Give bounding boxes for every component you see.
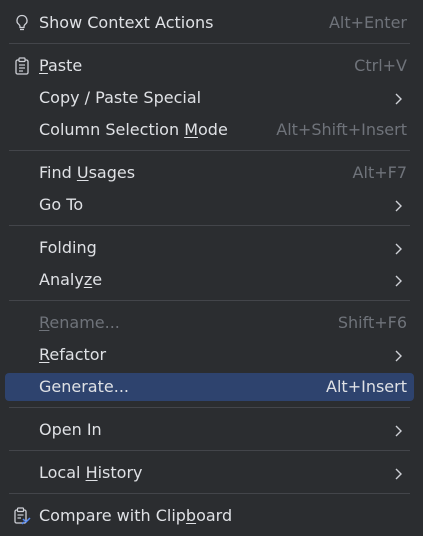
menu-item-label: Rename... xyxy=(39,313,120,332)
menu-item-shortcut: Alt+Enter xyxy=(328,13,407,32)
menu-item-label: Show Context Actions xyxy=(39,13,214,32)
menu-item-local-history[interactable]: Local History xyxy=(5,459,414,487)
separator xyxy=(9,407,410,408)
menu-item-folding[interactable]: Folding xyxy=(5,234,414,262)
separator xyxy=(9,450,410,451)
menu-item-find-usages[interactable]: Find Usages Alt+F7 xyxy=(5,159,414,187)
menu-item-copy-paste-special[interactable]: Copy / Paste Special xyxy=(5,84,414,112)
menu-item-label: Go To xyxy=(39,195,84,214)
menu-item-open-in[interactable]: Open In xyxy=(5,416,414,444)
separator xyxy=(9,150,410,151)
menu-item-label: Generate... xyxy=(39,377,129,396)
context-menu: Show Context Actions Alt+Enter Paste Ctr… xyxy=(0,0,423,536)
lightbulb-icon xyxy=(13,13,31,33)
menu-item-label: Refactor xyxy=(39,345,107,364)
menu-item-label: Local History xyxy=(39,463,143,482)
separator xyxy=(9,493,410,494)
menu-item-shortcut: Alt+Insert xyxy=(326,377,407,396)
chevron-right-icon xyxy=(393,466,405,480)
separator xyxy=(9,300,410,301)
menu-item-label: Paste xyxy=(39,56,83,75)
menu-item-refactor[interactable]: Refactor xyxy=(5,341,414,369)
menu-item-rename: Rename... Shift+F6 xyxy=(5,309,414,337)
menu-item-show-context-actions[interactable]: Show Context Actions Alt+Enter xyxy=(5,9,414,37)
menu-item-column-selection-mode[interactable]: Column Selection Mode Alt+Shift+Insert xyxy=(5,116,414,144)
menu-item-analyze[interactable]: Analyze xyxy=(5,266,414,294)
separator xyxy=(9,43,410,44)
menu-item-label: Find Usages xyxy=(39,163,136,182)
menu-item-label: Copy / Paste Special xyxy=(39,88,202,107)
menu-item-shortcut: Ctrl+V xyxy=(354,56,407,75)
menu-item-compare-with-clipboard[interactable]: Compare with Clipboard xyxy=(5,502,414,530)
menu-item-label: Open In xyxy=(39,420,102,439)
menu-item-shortcut: Shift+F6 xyxy=(337,313,407,332)
menu-item-generate[interactable]: Generate... Alt+Insert xyxy=(5,373,414,401)
chevron-right-icon xyxy=(393,198,405,212)
chevron-right-icon xyxy=(393,91,405,105)
menu-item-shortcut: Alt+Shift+Insert xyxy=(276,120,407,139)
chevron-right-icon xyxy=(393,348,405,362)
compare-clipboard-icon xyxy=(13,506,31,526)
chevron-right-icon xyxy=(393,273,405,287)
menu-item-label: Compare with Clipboard xyxy=(39,506,233,525)
clipboard-icon xyxy=(13,56,31,76)
menu-item-label: Analyze xyxy=(39,270,103,289)
separator xyxy=(9,225,410,226)
chevron-right-icon xyxy=(393,241,405,255)
menu-item-label: Column Selection Mode xyxy=(39,120,228,139)
chevron-right-icon xyxy=(393,423,405,437)
menu-item-label: Folding xyxy=(39,238,97,257)
menu-item-go-to[interactable]: Go To xyxy=(5,191,414,219)
menu-item-shortcut: Alt+F7 xyxy=(352,163,407,182)
menu-item-paste[interactable]: Paste Ctrl+V xyxy=(5,52,414,80)
